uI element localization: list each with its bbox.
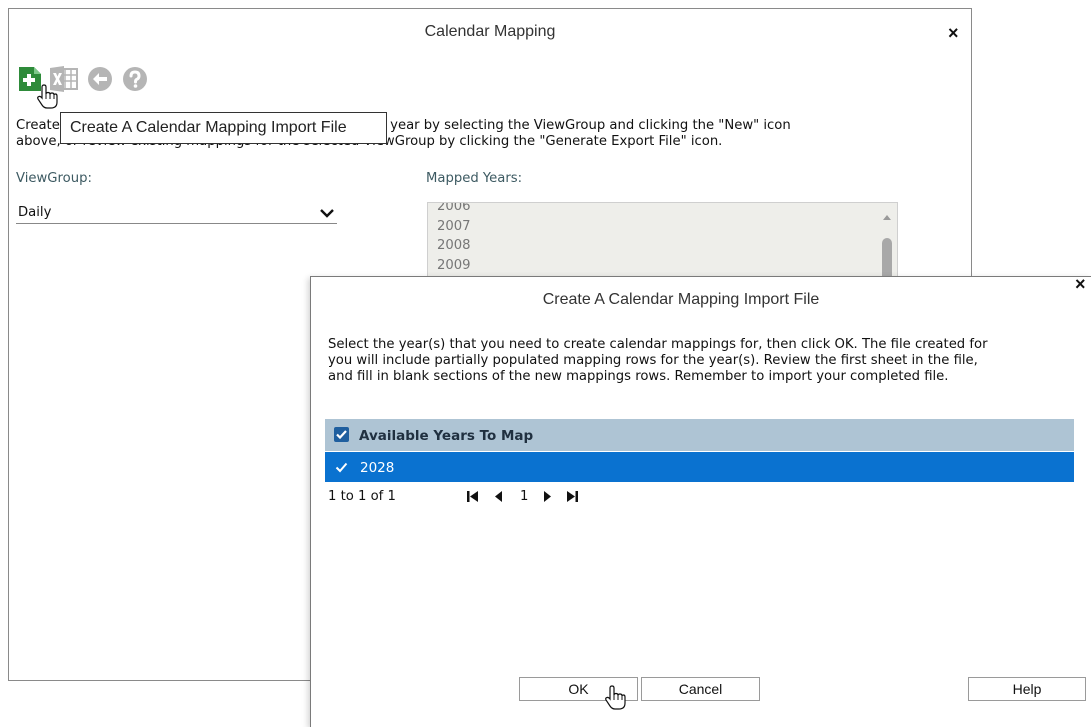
- import-dialog-title: Create A Calendar Mapping Import File: [542, 291, 820, 308]
- years-grid-header: Available Years To Map: [325, 419, 1074, 451]
- select-all-checkbox[interactable]: [334, 427, 349, 442]
- cancel-button[interactable]: Cancel: [641, 677, 760, 701]
- viewgroup-label: ViewGroup:: [16, 171, 92, 186]
- chevron-down-icon: [320, 207, 334, 225]
- prev-page-icon[interactable]: [494, 490, 504, 507]
- next-page-icon[interactable]: [542, 490, 552, 507]
- new-icon-tooltip: Create A Calendar Mapping Import File: [60, 112, 387, 144]
- years-scrollbar[interactable]: [877, 203, 897, 287]
- last-page-icon[interactable]: [565, 490, 579, 507]
- list-item[interactable]: 2006: [437, 203, 471, 217]
- close-import-dialog-button[interactable]: ×: [1075, 275, 1086, 293]
- mapped-years-label: Mapped Years:: [426, 171, 523, 186]
- pager-count: 1 to 1 of 1: [328, 489, 396, 504]
- row-year: 2028: [360, 460, 395, 476]
- years-list-items: 2006 2007 2008 2009: [437, 203, 471, 276]
- import-description: Select the year(s) that you need to crea…: [328, 337, 988, 384]
- hand-cursor-icon: [604, 685, 626, 715]
- grid-header-label: Available Years To Map: [359, 428, 534, 444]
- help-button[interactable]: Help: [968, 677, 1086, 701]
- import-file-dialog: Create A Calendar Mapping Import File × …: [310, 275, 1091, 727]
- list-item[interactable]: 2007: [437, 217, 471, 237]
- dialog-title: Calendar Mapping: [424, 23, 556, 40]
- pager-page-number: 1: [520, 489, 529, 504]
- help-icon[interactable]: [122, 66, 148, 92]
- list-item[interactable]: 2008: [437, 236, 471, 256]
- first-page-icon[interactable]: [466, 490, 480, 507]
- hand-cursor-icon: [36, 84, 58, 114]
- back-icon[interactable]: [87, 66, 113, 92]
- list-item[interactable]: 2009: [437, 256, 471, 276]
- viewgroup-value: Daily: [18, 205, 52, 220]
- table-row[interactable]: 2028: [325, 452, 1074, 482]
- viewgroup-select[interactable]: Daily: [16, 204, 337, 224]
- close-dialog-button[interactable]: ×: [948, 24, 959, 42]
- check-icon: [335, 459, 348, 478]
